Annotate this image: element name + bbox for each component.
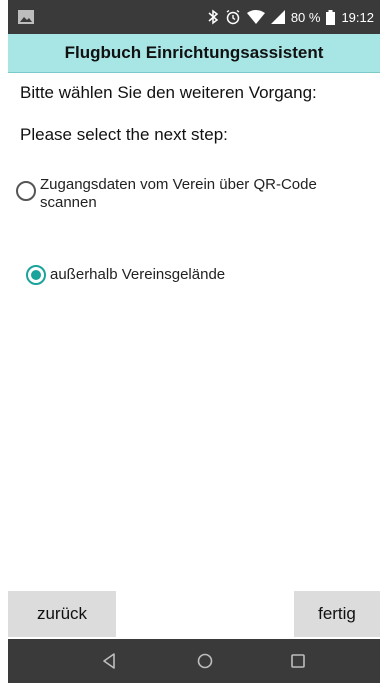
right-bezel [380,0,388,683]
image-icon [18,10,34,24]
system-nav-bar [8,639,380,683]
app-screen: 80 % 19:12 Flugbuch Einrichtungsassisten… [0,0,388,683]
offsite-option-label[interactable]: außerhalb Vereinsgelände [50,266,225,283]
battery-percent: 80 % [290,9,321,25]
wifi-icon [246,10,265,24]
alarm-icon [225,9,241,25]
status-icons: 80 % 19:12 [207,0,374,34]
offsite-radio[interactable] [26,265,46,285]
battery-icon [326,9,336,25]
qr-code-radio[interactable] [16,181,36,201]
qr-code-option-label[interactable]: Zugangsdaten vom Verein über QR-Code sca… [40,176,375,212]
back-button[interactable]: zurück [8,591,116,637]
wizard-content: Bitte wählen Sie den weiteren Vorgang: P… [8,73,380,591]
home-icon[interactable] [195,651,215,671]
bluetooth-icon [207,9,219,25]
clock: 19:12 [341,9,374,25]
prompt-english: Please select the next step: [20,125,228,144]
status-bar: 80 % 19:12 [8,0,380,34]
page-title: Flugbuch Einrichtungsassistent [8,34,380,73]
back-icon[interactable] [100,651,120,671]
recent-apps-icon[interactable] [288,651,308,671]
button-bar: zurück fertig [8,591,380,639]
done-button[interactable]: fertig [294,591,380,637]
signal-icon [270,10,285,24]
prompt-german: Bitte wählen Sie den weiteren Vorgang: [20,83,317,102]
left-bezel [0,0,8,683]
